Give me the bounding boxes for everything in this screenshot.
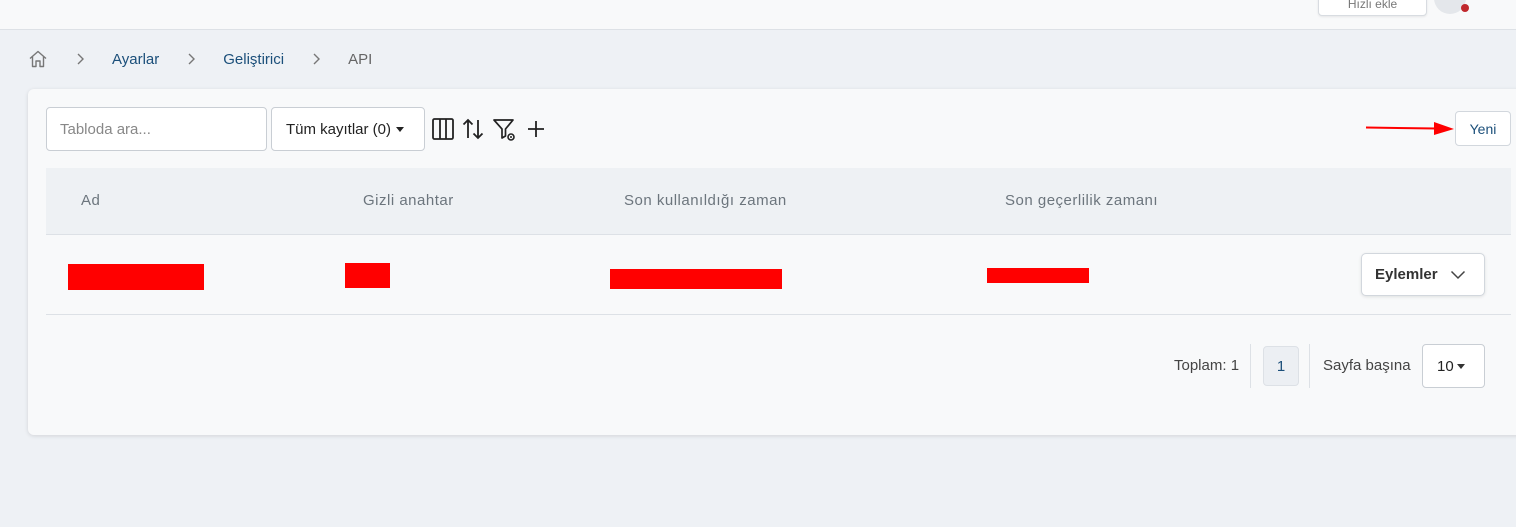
new-button[interactable]: Yeni [1455, 111, 1511, 146]
menu-icon[interactable] [18, 0, 34, 4]
page-button-1[interactable]: 1 [1263, 346, 1299, 386]
quick-add-button[interactable]: Hızlı ekle [1318, 0, 1427, 16]
status-dot [1461, 4, 1469, 12]
column-header-last-used[interactable]: Son kullanıldığı zaman [624, 168, 787, 234]
top-bar: Hızlı ekle [0, 0, 1516, 30]
annotation-arrow-icon [1365, 122, 1454, 135]
per-page-select[interactable]: 10 [1422, 344, 1485, 388]
sort-icon[interactable] [461, 117, 485, 141]
records-filter-dropdown[interactable]: Tüm kayıtlar (0) [271, 107, 425, 151]
divider [1250, 344, 1251, 388]
chevron-right-icon [185, 52, 199, 66]
total-count: Toplam: 1 [1174, 357, 1240, 374]
column-header-name[interactable]: Ad [81, 168, 100, 234]
breadcrumb: Ayarlar Geliştirici API [28, 48, 372, 70]
chevron-down-icon [1450, 270, 1465, 279]
pagination: Toplam: 1 1 Sayfa başına 10 [28, 344, 1516, 388]
redacted-secret-key [345, 263, 390, 288]
actions-label: Eylemler [1375, 266, 1438, 283]
chevron-right-icon [74, 52, 88, 66]
table-header: Ad Gizli anahtar Son kullanıldığı zaman … [46, 168, 1511, 235]
caret-down-icon [1456, 363, 1465, 369]
quick-add-label: Hızlı ekle [1347, 0, 1398, 11]
table-row: Eylemler [46, 235, 1511, 315]
chevron-right-icon [310, 52, 324, 66]
columns-icon[interactable] [431, 117, 455, 141]
caret-down-icon [396, 126, 405, 132]
api-keys-card: Tüm kayıtlar (0) Yeni Ad Gizli anahtar S… [28, 89, 1516, 435]
per-page-value: 10 [1437, 357, 1454, 375]
records-filter-label: Tüm kayıtlar (0) [286, 120, 392, 138]
actions-dropdown-button[interactable]: Eylemler [1361, 253, 1485, 296]
redacted-last-used [610, 269, 782, 289]
per-page-label: Sayfa başına [1323, 357, 1411, 374]
divider [1309, 344, 1310, 388]
redacted-expiry [987, 268, 1089, 283]
breadcrumb-current: API [348, 50, 373, 68]
filter-settings-icon[interactable] [492, 117, 516, 141]
column-header-secret-key[interactable]: Gizli anahtar [363, 168, 454, 234]
column-header-expiry[interactable]: Son geçerlilik zamanı [1005, 168, 1158, 234]
plus-icon[interactable] [524, 117, 548, 141]
breadcrumb-developer[interactable]: Geliştirici [223, 51, 284, 68]
home-icon[interactable] [28, 49, 48, 69]
redacted-name [68, 264, 204, 290]
breadcrumb-settings[interactable]: Ayarlar [112, 51, 159, 68]
search-input[interactable] [46, 107, 267, 151]
